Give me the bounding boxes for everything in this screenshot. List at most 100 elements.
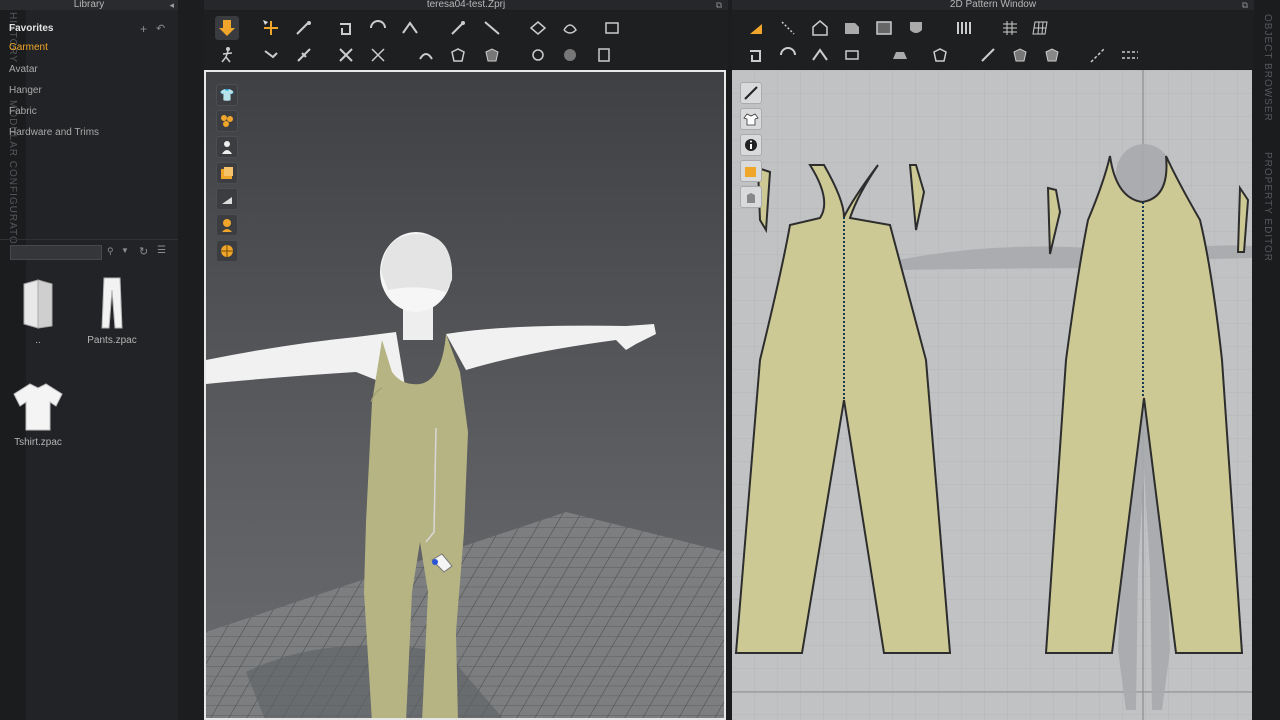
cut-icon[interactable] [334,43,358,67]
tshirt-icon [13,383,63,431]
back-arrow-icon[interactable]: ↶ [156,22,165,35]
segment-sew-icon[interactable] [366,43,390,67]
garment-display-icon[interactable]: 👕 [216,84,238,106]
polygon-icon[interactable] [840,16,864,40]
collapse-arrow-icon[interactable]: ◂ [169,0,174,10]
fabric-select-icon[interactable] [446,43,470,67]
list-view-icon[interactable]: ☰ [157,245,166,256]
avatar-model [206,232,656,392]
search-icon[interactable]: ⚲ [107,246,114,257]
grid-skew-icon[interactable] [1028,16,1052,40]
line-tool-icon[interactable] [1086,43,1110,67]
pattern-canvas [732,70,1252,720]
pattern-visibility-icon[interactable] [740,82,762,104]
edit-pattern-icon[interactable] [259,43,283,67]
seam-2d-icon[interactable] [808,43,832,67]
favorite-fabric[interactable]: Fabric [9,106,37,117]
popout-icon[interactable]: ⧉ [716,0,722,10]
favorite-hardware-and-trims[interactable]: Hardware and Trims [9,127,99,138]
toolbar-3d [204,11,728,69]
steam-icon[interactable] [558,16,582,40]
graphic-icon[interactable] [480,43,504,67]
library-file-folder[interactable]: .. [3,272,73,346]
internal-polygon-icon[interactable] [904,16,928,40]
fold-2d-icon[interactable] [744,43,768,67]
graphic-2d-icon[interactable] [1008,43,1032,67]
fold-pattern-icon[interactable] [398,16,422,40]
folder-icon [23,279,53,329]
iron-icon[interactable] [888,43,912,67]
toolbar-2d [732,11,1254,69]
measure-icon[interactable] [526,16,550,40]
library-title-bar: Library ◂ [0,0,178,10]
avatar-display-icon[interactable] [216,136,238,158]
tack-icon[interactable] [480,16,504,40]
rectangle-icon[interactable] [872,16,896,40]
sewing-icon[interactable] [292,43,316,67]
wireframe-globe-icon[interactable] [216,240,238,262]
fabric-visibility-icon[interactable] [740,160,762,182]
simulation-icon[interactable] [215,16,239,40]
texture-2d-icon[interactable] [976,43,1000,67]
floor-grid [206,512,724,718]
dropdown-arrow-icon[interactable]: ▼ [121,246,129,255]
lock-visibility-icon[interactable] [740,186,762,208]
buttonhole-icon[interactable] [558,43,582,67]
texture-display-icon[interactable] [216,110,238,132]
trace-icon[interactable] [414,43,438,67]
avatar-pose-icon[interactable] [215,43,239,67]
modular-configurator-tab[interactable]: MODULAR CONFIGURATOR [7,100,18,253]
property-editor-tab[interactable]: PROPERTY EDITOR [1262,152,1273,262]
segment-2d-icon[interactable] [776,43,800,67]
avatar-skin-icon[interactable] [216,214,238,236]
button-icon[interactable] [526,43,550,67]
file-name: Tshirt.zpac [14,437,62,448]
transform-pattern-2d-icon[interactable] [744,16,768,40]
viewport-3d[interactable]: 👕 [204,70,726,720]
info-icon[interactable] [740,134,762,156]
window-3d-title-bar: teresa04-test.Zprj ⧉ [204,0,728,10]
window-2d-title-bar: 2D Pattern Window ⧉ [732,0,1254,10]
history-tab[interactable]: HISTORY [7,12,18,63]
select-move-icon[interactable] [259,16,283,40]
edit-point-icon[interactable] [776,16,800,40]
object-browser-tab[interactable]: OBJECT BROWSER [1262,14,1273,122]
grid-icon[interactable] [998,16,1022,40]
library-file-pants[interactable]: Pants.zpac [77,272,147,346]
add-favorite-icon[interactable]: + [140,22,147,36]
file-name: Pants.zpac [87,335,137,346]
viewport-3d-scene [206,232,724,718]
ruler-icon[interactable] [1118,43,1142,67]
texture-icon[interactable] [600,16,624,40]
pin-icon[interactable] [446,16,470,40]
transform-pattern-icon[interactable] [366,16,390,40]
library-title: Library [73,0,105,10]
favorites-heading: Favorites [9,23,54,34]
library-file-tshirt[interactable]: Tshirt.zpac [3,378,73,448]
fabric-2d-icon[interactable] [928,43,952,67]
viewport-2d[interactable] [732,70,1252,720]
hanger-display-icon[interactable] [216,188,238,210]
file-name: .. [35,335,41,346]
edit-curvature-icon[interactable] [808,16,832,40]
fabric-display-icon[interactable] [216,162,238,184]
library-panel: Library ◂ Favorites + ↶ Garment Avatar H… [0,0,178,720]
tuck-2d-icon[interactable] [840,43,864,67]
fold-arrangement-icon[interactable] [334,16,358,40]
favorite-avatar[interactable]: Avatar [9,64,38,75]
pants-icon [101,277,123,329]
select-mesh-icon[interactable] [292,16,316,40]
garment-visibility-icon[interactable] [740,108,762,130]
window-3d-title: teresa04-test.Zprj [426,0,506,10]
divider [0,239,178,240]
favorite-hanger[interactable]: Hanger [9,85,42,96]
pleat-icon[interactable] [952,16,976,40]
favorite-garment[interactable]: Garment [9,42,48,53]
right-dock-rail: OBJECT BROWSER PROPERTY EDITOR [1254,0,1280,720]
checker-2d-icon[interactable] [1040,43,1064,67]
window-2d-title: 2D Pattern Window [949,0,1037,10]
popout-icon[interactable]: ⧉ [1242,0,1248,10]
zipper-icon[interactable] [592,43,616,67]
refresh-icon[interactable]: ↻ [139,245,148,258]
library-search-input[interactable] [10,245,102,260]
